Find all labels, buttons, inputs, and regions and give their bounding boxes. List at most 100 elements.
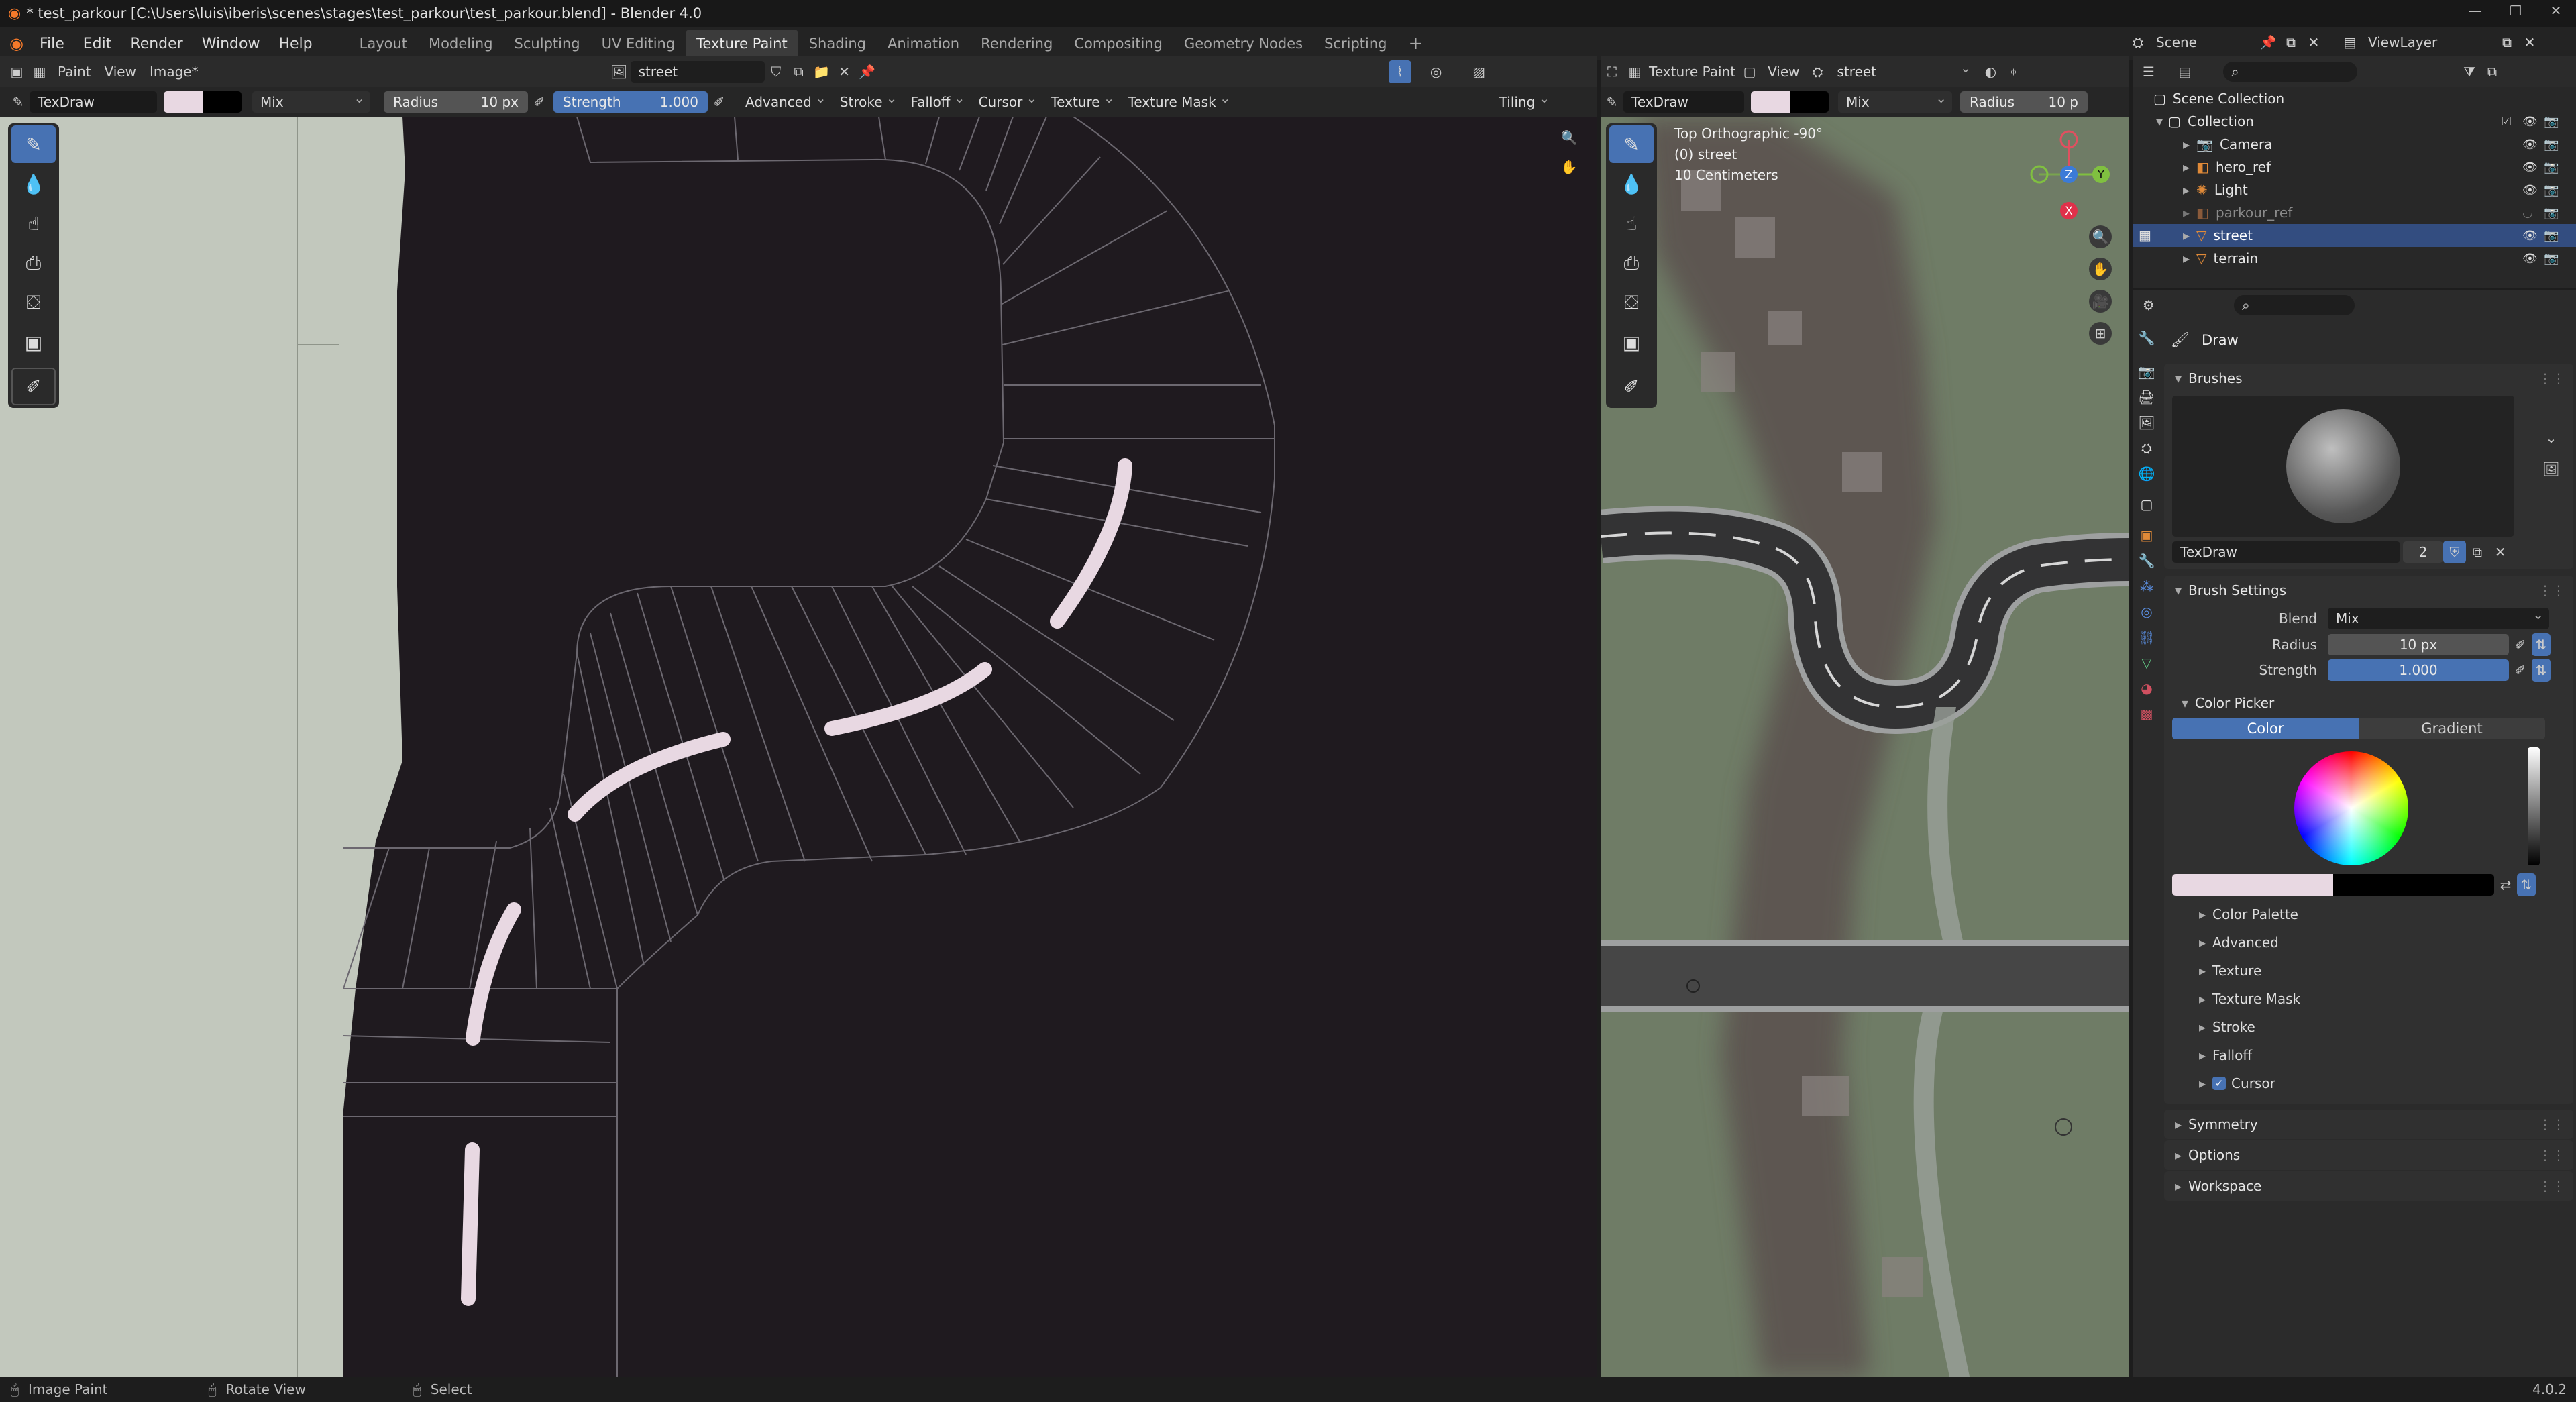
- minimize-button[interactable]: —: [2455, 3, 2496, 24]
- strength-pen-icon[interactable]: ✐: [2509, 659, 2532, 682]
- axis-gizmo[interactable]: Z Y X: [2019, 123, 2127, 224]
- workspace-panel[interactable]: ▸ Workspace ⋮⋮: [2164, 1171, 2573, 1201]
- pin-icon[interactable]: 📌: [2257, 31, 2279, 54]
- strength-slider[interactable]: 1.000: [2328, 659, 2509, 681]
- maximize-button[interactable]: ❐: [2496, 3, 2536, 24]
- brush-image-icon[interactable]: 🖼: [2540, 457, 2563, 480]
- view-layer-tab-icon[interactable]: 🖼: [2138, 415, 2155, 431]
- outliner-item-camera[interactable]: ▸ 📷 Camera 👁 📷: [2133, 133, 2576, 156]
- delete-scene-icon[interactable]: ✕: [2302, 31, 2325, 54]
- zoom-icon[interactable]: 🔍: [1558, 126, 1580, 149]
- overlay-icon[interactable]: ◎: [1425, 60, 1448, 83]
- scene-selector[interactable]: Scene: [2149, 34, 2257, 50]
- image-name-field[interactable]: street: [630, 61, 765, 83]
- unlink-image-icon[interactable]: ✕: [833, 60, 856, 83]
- viewport-primary-color[interactable]: [1751, 91, 1790, 113]
- filter-icon[interactable]: ⧩: [2458, 60, 2481, 83]
- properties-editor-icon[interactable]: ⚙: [2137, 294, 2160, 317]
- blend-mode-dropdown[interactable]: Mix: [252, 87, 370, 113]
- draw-tool-icon[interactable]: ✎: [11, 125, 56, 163]
- tab-shading[interactable]: Shading: [798, 30, 877, 58]
- modifier-tab-icon[interactable]: 🔧: [2139, 553, 2155, 569]
- fake-user-icon[interactable]: ⛉: [765, 60, 788, 83]
- tab-compositing[interactable]: Compositing: [1063, 30, 1173, 58]
- outliner-item-hero-ref[interactable]: ▸ ◧ hero_ref 👁 📷: [2133, 156, 2576, 178]
- swap-colors-icon[interactable]: ⇄: [2494, 873, 2517, 896]
- gradient-tab[interactable]: Gradient: [2359, 718, 2545, 739]
- stroke-menu[interactable]: Stroke: [832, 87, 903, 113]
- unlink-brush-icon[interactable]: ✕: [2489, 541, 2512, 563]
- subsection-cursor[interactable]: ▸ ✓ Cursor: [2164, 1069, 2573, 1097]
- physics-tab-icon[interactable]: ◎: [2141, 604, 2152, 620]
- brush-list-dropdown-icon[interactable]: ⌄: [2540, 427, 2563, 449]
- render-icon[interactable]: 📷: [2544, 206, 2559, 220]
- options-panel[interactable]: ▸ Options ⋮⋮: [2164, 1140, 2573, 1170]
- output-tab-icon[interactable]: 🖨: [2138, 389, 2155, 405]
- delete-view-layer-icon[interactable]: ✕: [2518, 31, 2541, 54]
- display-channels-icon[interactable]: ▨: [1468, 60, 1491, 83]
- blend-dropdown[interactable]: Mix: [2328, 604, 2549, 629]
- soften-tool-icon[interactable]: 💧: [11, 165, 56, 203]
- pin-image-icon[interactable]: 📌: [856, 60, 879, 83]
- color-tab[interactable]: Color: [2172, 718, 2359, 739]
- render-icon[interactable]: 📷: [2544, 229, 2559, 243]
- subsection-color-palette[interactable]: ▸ Color Palette: [2164, 900, 2573, 928]
- new-view-layer-icon[interactable]: ⧉: [2496, 31, 2518, 54]
- advanced-menu[interactable]: Advanced: [737, 87, 832, 113]
- brush-settings-header[interactable]: ▾ Brush Settings ⋮⋮: [2164, 576, 2573, 605]
- color-wheel[interactable]: [2294, 751, 2408, 865]
- world-tab-icon[interactable]: 🌐: [2139, 466, 2155, 482]
- texture-tab-icon[interactable]: ▩: [2141, 706, 2153, 722]
- drag-handle-icon[interactable]: ⋮⋮: [2538, 1116, 2565, 1132]
- data-tab-icon[interactable]: ▽: [2141, 655, 2151, 671]
- display-mode-icon[interactable]: ▤: [2174, 60, 2196, 83]
- new-scene-icon[interactable]: ⧉: [2279, 31, 2302, 54]
- subsection-stroke[interactable]: ▸ Stroke: [2164, 1013, 2573, 1041]
- annotate-tool-icon[interactable]: ✐: [11, 368, 56, 405]
- render-tab-icon[interactable]: 📷: [2139, 364, 2155, 380]
- tab-modeling[interactable]: Modeling: [418, 30, 504, 58]
- blender-menu-icon[interactable]: ◉: [0, 34, 30, 53]
- render-icon[interactable]: 📷: [2544, 160, 2559, 174]
- vp-draw-tool-icon[interactable]: ✎: [1609, 125, 1654, 163]
- radius-pen-icon[interactable]: ✐: [2509, 633, 2532, 656]
- visibility-icon[interactable]: 👁: [2522, 252, 2538, 266]
- collection-render-icon[interactable]: 📷: [2544, 115, 2559, 129]
- viewport-view-menu[interactable]: View: [1761, 64, 1806, 80]
- strength-pressure-toggle[interactable]: ⇅: [2532, 659, 2551, 682]
- drag-handle-icon[interactable]: ⋮⋮: [2538, 370, 2565, 386]
- menu-edit[interactable]: Edit: [74, 36, 121, 52]
- hidden-icon[interactable]: ◡: [2522, 206, 2533, 220]
- brush-name-field[interactable]: TexDraw: [30, 91, 157, 113]
- brush-preview[interactable]: [2172, 396, 2514, 537]
- subsection-falloff[interactable]: ▸ Falloff: [2164, 1041, 2573, 1069]
- fake-user-shield-icon[interactable]: ⛨: [2443, 541, 2466, 563]
- menu-render[interactable]: Render: [121, 36, 192, 52]
- scene-tab-icon[interactable]: ⛭: [2141, 440, 2152, 456]
- subsection-advanced[interactable]: ▸ Advanced: [2164, 928, 2573, 957]
- primary-color-swatch[interactable]: [164, 91, 203, 113]
- menu-window[interactable]: Window: [193, 36, 270, 52]
- editor-type-icon[interactable]: ▣: [5, 60, 28, 83]
- secondary-color-swatch[interactable]: [203, 91, 241, 113]
- tab-scripting[interactable]: Scripting: [1313, 30, 1397, 58]
- tiling-menu[interactable]: Tiling: [1491, 87, 1556, 113]
- viewport-secondary-color[interactable]: [1790, 91, 1829, 113]
- particles-tab-icon[interactable]: ⁂: [2140, 578, 2153, 594]
- visibility-icon[interactable]: 👁: [2522, 160, 2538, 174]
- new-image-icon[interactable]: ⧉: [788, 60, 810, 83]
- overlays-icon[interactable]: ⌖: [2002, 60, 2025, 83]
- open-image-icon[interactable]: 📁: [810, 60, 833, 83]
- tab-geometry-nodes[interactable]: Geometry Nodes: [1173, 30, 1313, 58]
- outliner-item-street[interactable]: ▦ ▸ ▽ street 👁 📷: [2133, 224, 2576, 247]
- object-tab-icon[interactable]: ▣: [2141, 527, 2153, 543]
- smear-tool-icon[interactable]: ☝: [11, 205, 56, 242]
- vp-mask-tool-icon[interactable]: ▣: [1609, 323, 1654, 361]
- brushes-header[interactable]: ▾ Brushes ⋮⋮: [2164, 364, 2573, 393]
- view-layer-selector[interactable]: ViewLayer: [2361, 34, 2496, 50]
- outliner-item-parkour-ref[interactable]: ▸ ◧ parkour_ref ◡ 📷: [2133, 201, 2576, 224]
- vp-smear-tool-icon[interactable]: ☝: [1609, 205, 1654, 242]
- brush-name-field[interactable]: TexDraw: [2172, 541, 2400, 563]
- texture-menu[interactable]: Texture: [1042, 87, 1120, 113]
- render-icon[interactable]: 📷: [2544, 252, 2559, 266]
